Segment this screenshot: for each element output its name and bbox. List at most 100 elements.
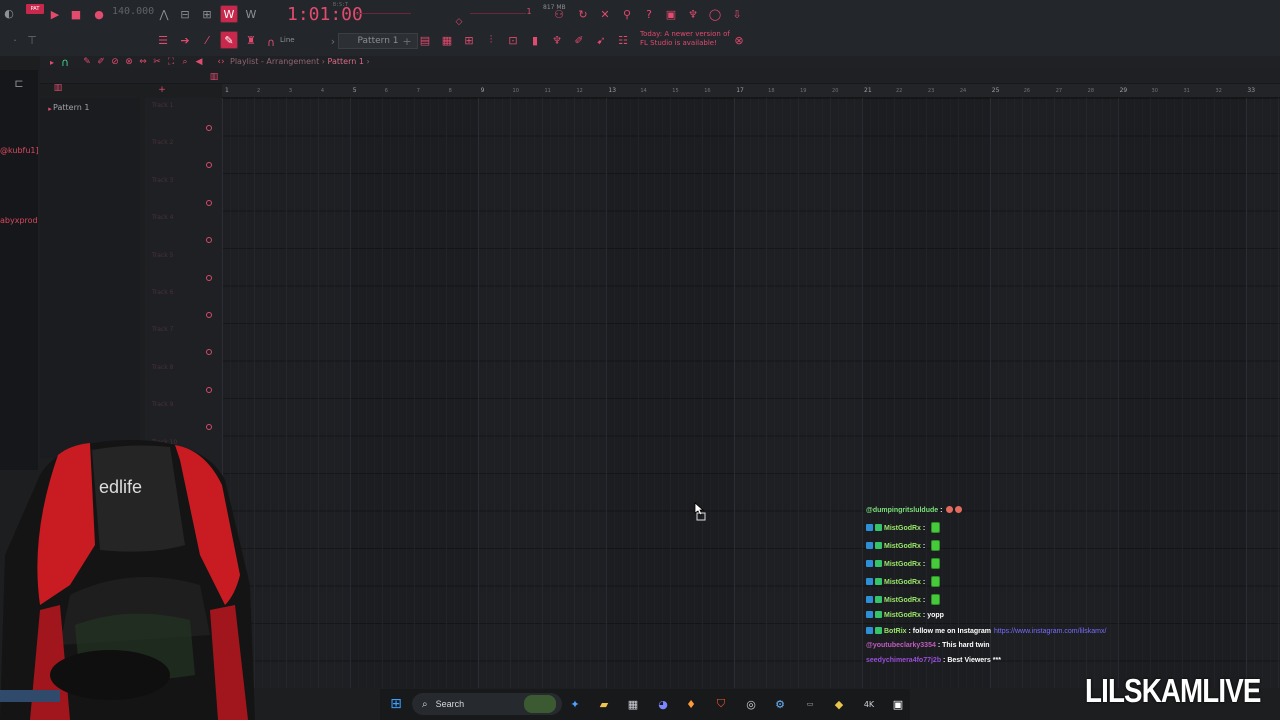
send-icon[interactable]: ➹ — [592, 31, 610, 49]
draw-tool-icon[interactable]: ✎ — [220, 31, 238, 49]
snap-label[interactable]: Line — [280, 36, 295, 44]
playlist-grid[interactable] — [222, 98, 1280, 688]
fl-logo-icon[interactable]: ◐ — [0, 4, 18, 22]
tempo-display[interactable]: 140.000 — [112, 6, 154, 20]
paint-tool-icon[interactable]: ✐ — [94, 55, 108, 69]
stop-icon[interactable]: ■ — [69, 7, 83, 21]
pencil-tool-icon[interactable]: ✎ — [80, 55, 94, 69]
clipboard-icon[interactable]: ▮ — [526, 31, 544, 49]
track-label[interactable]: Track 7 — [152, 326, 173, 333]
title-part-pattern[interactable]: Pattern 1 — [328, 57, 364, 66]
magnet-snap-icon[interactable]: ∩ — [58, 55, 72, 69]
main-toolbar: ◐ PAT ▶ ■ ● 140.000 ⋀ ⊟ ⊞ W W 1:01:00 B:S… — [0, 0, 1280, 56]
mute-tool-icon[interactable]: ⊗ — [122, 55, 136, 69]
master-pitch-icon[interactable]: ◇ — [452, 15, 466, 29]
cut-icon[interactable]: ✕ — [596, 5, 614, 23]
store-icon[interactable]: ▦ — [624, 695, 642, 713]
undo-history-icon[interactable]: ↻ — [574, 5, 592, 23]
news-panel[interactable]: Today: A newer version of FL Studio is a… — [640, 30, 730, 48]
stamp-icon[interactable]: ♜ — [242, 31, 260, 49]
fl-studio-taskbar-icon[interactable]: ♦ — [682, 695, 700, 713]
app-icon-4k[interactable]: 4K — [860, 695, 878, 713]
select-tool-icon[interactable]: ⛶ — [164, 55, 178, 69]
windows-start-icon[interactable]: ⊞ — [387, 695, 405, 713]
list-icon[interactable]: ☷ — [614, 31, 632, 49]
chat-link[interactable]: https://www.instagram.com/lilskamx/ — [994, 628, 1106, 635]
playlist-arrow-icon[interactable]: ▸ — [45, 55, 59, 69]
chat-badge-icon — [866, 578, 873, 585]
record-icon[interactable]: ● — [92, 7, 106, 21]
track-mute-led[interactable] — [206, 274, 212, 281]
track-label[interactable]: Track 5 — [152, 252, 173, 259]
app-icon-1[interactable]: ▭ — [801, 695, 819, 713]
title-part-arrangement[interactable]: Arrangement — [266, 57, 319, 66]
track-label[interactable]: Track 9 — [152, 401, 173, 408]
timeline-icon[interactable]: ▥ — [207, 70, 221, 84]
track-label[interactable]: Track 6 — [152, 289, 173, 296]
magnet-icon[interactable]: ∩ — [264, 35, 278, 49]
capcut-icon[interactable]: ▣ — [889, 695, 907, 713]
pat-song-toggle[interactable]: PAT — [26, 4, 44, 14]
pattern-picker-icon[interactable]: ▥ — [51, 81, 65, 95]
ruler-number: 13 — [608, 87, 617, 94]
add-track-icon[interactable]: + — [155, 83, 169, 97]
mixer-shortcut-icon[interactable]: ♆ — [684, 5, 702, 23]
headphones-icon[interactable]: ⚇ — [550, 5, 568, 23]
copilot-icon[interactable]: ✦ — [566, 695, 584, 713]
file-explorer-icon[interactable]: ▰ — [595, 695, 613, 713]
slip-tool-icon[interactable]: ⇔ — [136, 55, 150, 69]
chat-icon[interactable]: ◯ — [706, 5, 724, 23]
brush-icon[interactable]: ⁄ — [198, 31, 216, 49]
faders-icon[interactable]: ⫶ — [482, 31, 500, 49]
track-label[interactable]: Track 1 — [152, 102, 173, 109]
download-icon[interactable]: ⇩ — [728, 5, 746, 23]
chat-username: MistGodRx — [884, 597, 921, 604]
wait-input-icon[interactable]: ⊟ — [176, 5, 194, 23]
track-mute-led[interactable] — [206, 199, 212, 206]
track-mute-led[interactable] — [206, 386, 212, 393]
track-mute-led[interactable] — [206, 312, 212, 318]
track-label[interactable]: Track 3 — [152, 177, 173, 184]
brave-icon[interactable]: ⛉ — [712, 695, 730, 713]
zoom-tool-icon[interactable]: ⌕ — [178, 55, 192, 69]
chat-message: MistGodRx : — [866, 522, 941, 533]
wrench-icon[interactable]: ✐ — [570, 31, 588, 49]
playback-tool-icon[interactable]: ◀ — [192, 55, 206, 69]
bar-shade — [350, 98, 478, 688]
track-label[interactable]: Track 8 — [152, 364, 173, 371]
piano-roll-icon[interactable]: ▦ — [438, 31, 456, 49]
slice-tool-icon[interactable]: ✂ — [150, 55, 164, 69]
chat-username: @youtubeclarky3354 — [866, 642, 936, 649]
title-separator-3: › — [366, 57, 370, 66]
browser-toggle-icon[interactable]: ⊏ — [12, 76, 26, 90]
pattern-add-icon[interactable]: + — [400, 34, 414, 48]
play-icon[interactable]: ▶ — [48, 7, 62, 21]
browser-item-pattern[interactable]: Pattern 1 — [53, 103, 89, 112]
mixer-icon[interactable]: ⊞ — [460, 31, 478, 49]
plugin-icon[interactable]: ♆ — [548, 31, 566, 49]
track-label[interactable]: Track 4 — [152, 214, 173, 221]
steam-icon[interactable]: ⚙ — [771, 695, 789, 713]
obs-icon[interactable]: ◎ — [742, 695, 760, 713]
track-label[interactable]: Track 2 — [152, 139, 173, 146]
news-close-icon[interactable]: ⊗ — [730, 31, 748, 49]
microphone-icon[interactable]: ⚲ — [618, 5, 636, 23]
metronome-icon[interactable]: ⋀ — [155, 5, 173, 23]
step-edit-icon[interactable]: W — [242, 5, 260, 23]
chat-separator: : — [920, 579, 928, 586]
delete-tool-icon[interactable]: ⊘ — [108, 55, 122, 69]
track-mute-led[interactable] — [206, 125, 212, 131]
pin-icon[interactable]: ⊤ — [25, 33, 39, 47]
channel-rack-icon[interactable]: ▤ — [416, 31, 434, 49]
arrow-right-icon[interactable]: ➔ — [176, 31, 194, 49]
bluestacks-icon[interactable]: ◆ — [830, 695, 848, 713]
discord-icon[interactable]: ◕ — [654, 695, 672, 713]
widgets-icon[interactable] — [524, 695, 556, 713]
countdown-icon[interactable]: ⊞ — [198, 5, 216, 23]
mouse-cursor-icon — [694, 502, 706, 521]
playlist-view-icon[interactable]: ☰ — [154, 31, 172, 49]
save-icon[interactable]: ▣ — [662, 5, 680, 23]
loop-record-icon[interactable]: W — [220, 5, 238, 23]
help-icon[interactable]: ? — [640, 5, 658, 23]
browser-icon[interactable]: ⊡ — [504, 31, 522, 49]
